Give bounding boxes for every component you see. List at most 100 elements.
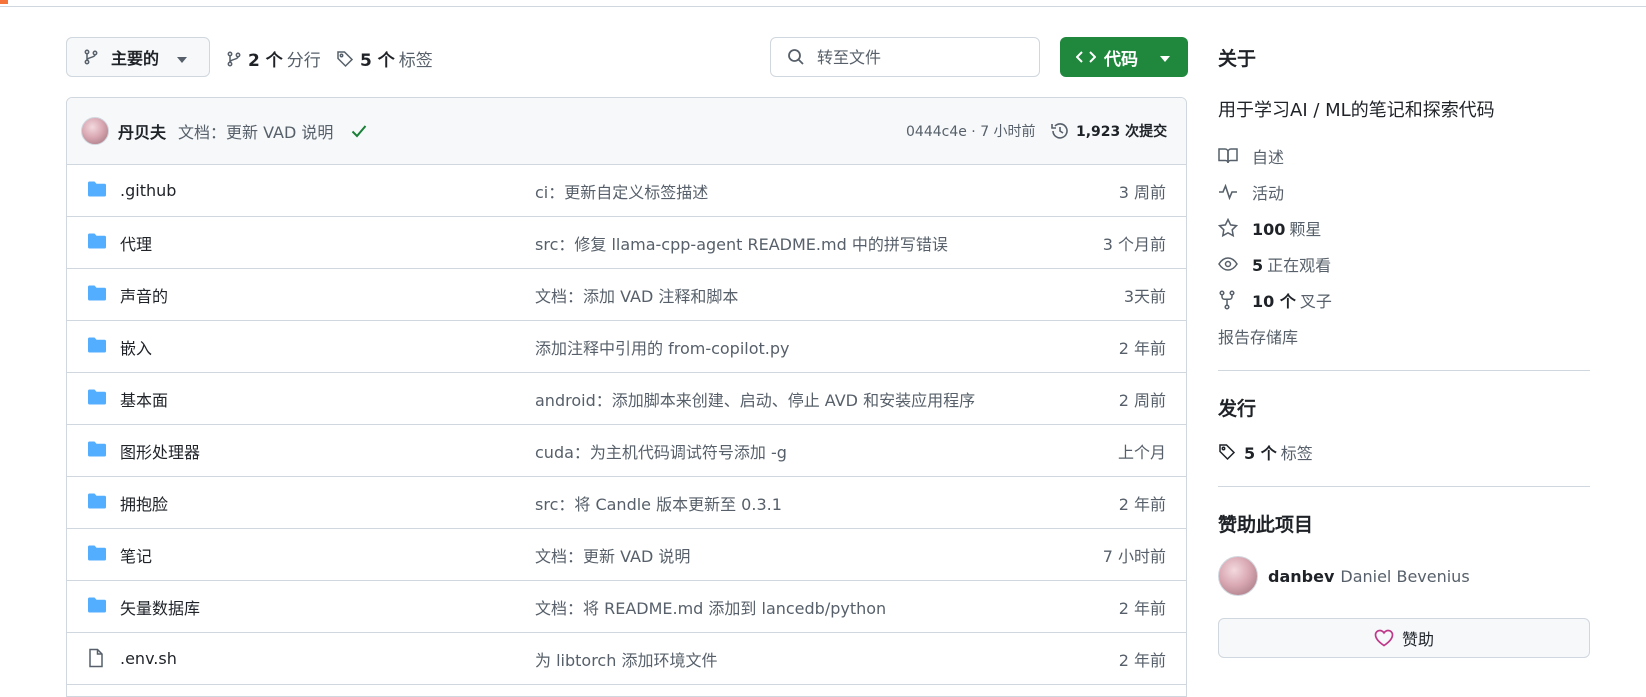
divider [1218,486,1590,487]
readme-link[interactable]: 自述 [1218,144,1284,168]
commit-history-link[interactable]: 1,923 次提交 [1050,121,1167,141]
branches-count: 2 个 [248,51,283,71]
folder-icon [87,492,107,510]
file-commit-message[interactable]: cuda：为主机代码调试符号添加 -g [535,439,787,463]
file-commit-message[interactable]: ci：更新自定义标签描述 [535,179,708,203]
file-name-link[interactable]: 笔记 [120,543,152,567]
watching-label: 正在观看 [1267,256,1332,275]
branch-icon [226,51,242,67]
sponsor-user[interactable]: danbev Daniel Bevenius [1218,556,1470,596]
eye-icon [1218,257,1240,271]
table-row: 嵌入 添加注释中引用的 from-copilot.py 2 年前 [67,321,1186,373]
branch-label: 主要的 [111,49,160,68]
history-icon [1050,121,1070,141]
search-icon [787,48,805,66]
releases-heading[interactable]: 发行 [1218,394,1256,421]
stars-label: 颗星 [1289,220,1322,239]
file-commit-message[interactable]: 文档：更新 VAD 说明 [535,543,690,567]
folder-icon [87,596,107,614]
releases-tags-label: 标签 [1280,444,1313,463]
file-name-link[interactable]: 基本面 [120,387,168,411]
table-row: 拥抱脸 src：将 Candle 版本更新至 0.3.1 2 年前 [67,477,1186,529]
forks-link[interactable]: 10 个叉子 [1218,288,1332,312]
table-row: 基本面 android：添加脚本来创建、启动、停止 AVD 和安装应用程序 2 周前 [67,373,1186,425]
file-commit-date: 2 年前 [1118,494,1166,514]
file-commit-date: 3 个月前 [1102,234,1166,254]
file-name-link[interactable]: .github [120,181,176,200]
sponsor-button[interactable]: 赞助 [1218,618,1590,658]
stars-count: 100 [1252,220,1286,239]
file-commit-message[interactable]: 为 libtorch 添加环境文件 [535,647,717,671]
file-name-link[interactable]: 声音的 [120,283,168,307]
about-heading: 关于 [1218,48,1257,70]
avatar[interactable] [81,117,109,145]
file-commit-date: 3 周前 [1118,182,1166,202]
stars-link[interactable]: 100 颗星 [1218,216,1321,240]
table-row: 笔记 文档：更新 VAD 说明 7 小时前 [67,529,1186,581]
code-button[interactable]: 代码 [1060,37,1188,77]
heart-icon [1374,629,1394,647]
watchers-link[interactable]: 5 正在观看 [1218,252,1331,276]
file-commit-message[interactable]: 添加注释中引用的 from-copilot.py [535,335,790,359]
sponsor-name: Daniel Bevenius [1340,566,1470,586]
folder-icon [87,284,107,302]
folder-icon [87,544,107,562]
pulse-icon [1218,184,1240,200]
sponsor-heading: 赞助此项目 [1218,514,1314,536]
file-name-link[interactable]: 矢量数据库 [120,595,200,619]
file-commit-message[interactable]: src：将 Candle 版本更新至 0.3.1 [535,491,782,515]
folder-icon [87,336,107,354]
file-commit-date: 2 周前 [1118,390,1166,410]
sponsor-login[interactable]: danbev [1268,567,1334,586]
file-commit-date: 2 年前 [1118,598,1166,618]
go-to-file-input[interactable] [815,46,1019,68]
table-row: 图形处理器 cuda：为主机代码调试符号添加 -g 上个月 [67,425,1186,477]
table-row: 代理 src：修复 llama-cpp-agent README.md 中的拼写错… [67,217,1186,269]
code-label: 代码 [1104,49,1138,70]
file-name-link[interactable]: 拥抱脸 [120,491,168,515]
branch-selector-button[interactable]: 主要的 [66,37,210,77]
file-name-link[interactable]: .env.sh [120,649,177,668]
activity-label: 活动 [1252,184,1285,203]
commit-sha-time[interactable]: 0444c4e · 7 小时前 [906,121,1036,141]
file-rows: .github ci：更新自定义标签描述 3 周前代理 src：修复 llama-cp… [67,165,1186,685]
file-commit-message[interactable]: src：修复 llama-cpp-agent README.md 中的拼写错误 [535,231,948,255]
table-row: 声音的 文档：添加 VAD 注释和脚本 3天前 [67,269,1186,321]
forks-label: 叉子 [1299,292,1332,311]
file-commit-message[interactable]: android：添加脚本来创建、启动、停止 AVD 和安装应用程序 [535,387,975,411]
sponsor-button-label: 赞助 [1401,630,1434,649]
commit-author[interactable]: 丹贝夫 [118,119,166,143]
commit-message[interactable]: 文档：更新 VAD 说明 [178,119,333,143]
branches-link[interactable]: 2 个 分行 [226,46,321,71]
file-name-link[interactable]: 代理 [120,231,152,255]
activity-link[interactable]: 活动 [1218,180,1284,204]
file-commit-date: 7 小时前 [1102,546,1166,566]
tags-count: 5 个 [360,51,395,71]
table-row: 矢量数据库 文档：将 README.md 添加到 lancedb/python 2 … [67,581,1186,633]
file-commit-message[interactable]: 文档：将 README.md 添加到 lancedb/python [535,595,886,619]
readme-label: 自述 [1252,148,1285,167]
folder-icon [87,180,107,198]
file-commit-message[interactable]: 文档：添加 VAD 注释和脚本 [535,283,738,307]
chevron-down-icon [1160,47,1170,67]
divider [1218,370,1590,371]
report-label: 报告存储库 [1218,328,1299,347]
file-name-link[interactable]: 嵌入 [120,335,152,359]
file-commit-date: 3天前 [1123,286,1166,306]
go-to-file-field[interactable] [770,37,1040,77]
releases-tags-count: 5 个 [1244,444,1277,463]
avatar[interactable] [1218,556,1258,596]
folder-icon [87,232,107,250]
file-list: 丹贝夫 文档：更新 VAD 说明 0444c4e · 7 小时前 1,923 次… [66,97,1187,697]
tags-link[interactable]: 5 个 标签 [336,46,433,71]
watching-count: 5 [1252,256,1264,275]
table-row: .env.sh 为 libtorch 添加环境文件 2 年前 [67,633,1186,685]
report-repository-link[interactable]: 报告存储库 [1218,324,1298,348]
latest-commit-bar: 丹贝夫 文档：更新 VAD 说明 0444c4e · 7 小时前 1,923 次… [67,98,1186,165]
file-name-link[interactable]: 图形处理器 [120,439,200,463]
check-icon[interactable] [351,124,367,138]
commit-count: 1,923 次提交 [1076,124,1168,140]
releases-tags-link[interactable]: 5 个标签 [1218,440,1313,464]
branch-icon [83,49,99,65]
book-icon [1218,147,1240,165]
